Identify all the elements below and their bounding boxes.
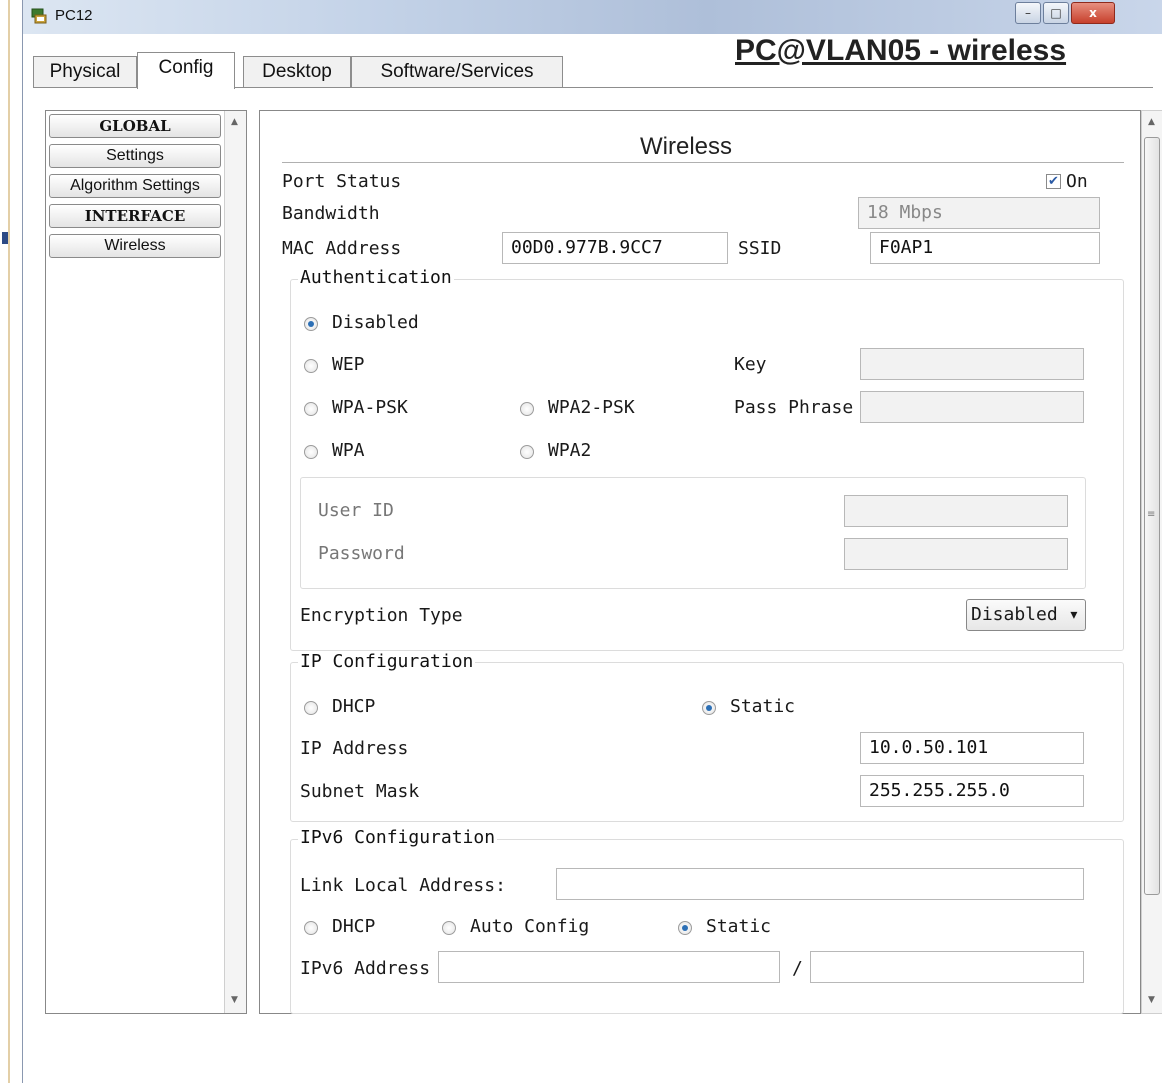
port-status-on-label: On (1066, 171, 1088, 192)
title-bar[interactable]: PC12 – □ x (23, 0, 1162, 34)
mac-address-label: MAC Address (282, 238, 402, 259)
tab-physical[interactable]: Physical (33, 56, 137, 88)
auth-wpa2-radio[interactable] (520, 445, 534, 459)
ipv6-configuration-legend: IPv6 Configuration (298, 827, 498, 848)
background-strip (0, 0, 22, 1083)
ip-address-field[interactable]: 10.0.50.101 (860, 732, 1084, 764)
tab-desktop[interactable]: Desktop (243, 56, 351, 88)
authentication-group (290, 279, 1124, 651)
close-button[interactable]: x (1071, 2, 1115, 24)
ipv6-auto-config-label: Auto Config (470, 916, 590, 937)
sidebar-item-interface[interactable]: INTERFACE (49, 204, 221, 228)
scroll-up-icon[interactable]: ▲ (231, 117, 238, 127)
link-local-address-field[interactable] (556, 868, 1084, 900)
password-field[interactable] (844, 538, 1068, 570)
port-status-label: Port Status (282, 171, 402, 192)
auth-wep-label: WEP (332, 354, 365, 375)
auth-disabled-radio[interactable] (304, 317, 318, 331)
wireless-panel: Wireless Port Status ✔ On Bandwidth 18 M… (259, 110, 1141, 1014)
window-title: PC12 (55, 7, 93, 24)
ipv6-dhcp-radio[interactable] (304, 921, 318, 935)
ip-address-label: IP Address (300, 738, 409, 759)
sidebar-item-global[interactable]: GLOBAL (49, 114, 221, 138)
auth-disabled-label: Disabled (332, 312, 419, 333)
ip-static-radio[interactable] (702, 701, 716, 715)
auth-wep-radio[interactable] (304, 359, 318, 373)
subnet-mask-field[interactable]: 255.255.255.0 (860, 775, 1084, 807)
tab-config[interactable]: Config (137, 52, 235, 89)
title-divider (282, 162, 1124, 163)
key-field[interactable] (860, 348, 1084, 380)
auth-wpa2-psk-radio[interactable] (520, 402, 534, 416)
ipv6-dhcp-label: DHCP (332, 916, 376, 937)
ssid-label: SSID (738, 238, 782, 259)
chevron-down-icon: ▾ (1068, 604, 1080, 625)
scroll-down-icon[interactable]: ▼ (1148, 995, 1155, 1005)
ip-static-label: Static (730, 696, 796, 717)
link-local-address-label: Link Local Address: (300, 875, 506, 896)
ipv6-address-label: IPv6 Address (300, 958, 431, 979)
pc-window: PC12 – □ x PC@VLAN05 - wireless Physical… (22, 0, 1162, 1083)
auth-wpa-label: WPA (332, 440, 365, 461)
bandwidth-label: Bandwidth (282, 203, 380, 224)
auth-wpa-radio[interactable] (304, 445, 318, 459)
ip-configuration-legend: IP Configuration (298, 651, 476, 672)
ipv6-prefix-field[interactable] (810, 951, 1084, 983)
ipv6-address-field[interactable] (438, 951, 780, 983)
pass-phrase-label: Pass Phrase (734, 397, 854, 418)
scroll-down-icon[interactable]: ▼ (231, 995, 238, 1005)
ip-dhcp-label: DHCP (332, 696, 376, 717)
config-sidebar: GLOBAL Settings Algorithm Settings INTER… (45, 110, 247, 1014)
mac-address-field[interactable]: 00D0.977B.9CC7 (502, 232, 728, 264)
prefix-separator: / (792, 958, 803, 979)
sidebar-item-algorithm-settings[interactable]: Algorithm Settings (49, 174, 221, 198)
user-id-field[interactable] (844, 495, 1068, 527)
credentials-group (300, 477, 1086, 589)
tab-software-services[interactable]: Software/Services (351, 56, 563, 88)
encryption-type-value: Disabled (971, 604, 1058, 625)
pc-app-icon (31, 8, 47, 24)
encryption-type-select[interactable]: Disabled ▾ (966, 599, 1086, 631)
sidebar-item-settings[interactable]: Settings (49, 144, 221, 168)
auth-wpa2-label: WPA2 (548, 440, 592, 461)
bandwidth-field[interactable]: 18 Mbps (858, 197, 1100, 229)
key-label: Key (734, 354, 767, 375)
grip-icon: ≡ (1147, 509, 1156, 520)
encryption-type-label: Encryption Type (300, 605, 463, 626)
panel-scrollbar[interactable]: ▲ ≡ ▼ (1141, 110, 1162, 1014)
ssid-field[interactable]: F0AP1 (870, 232, 1100, 264)
sidebar-item-wireless[interactable]: Wireless (49, 234, 221, 258)
maximize-button[interactable]: □ (1043, 2, 1069, 24)
user-id-label: User ID (318, 500, 394, 521)
authentication-legend: Authentication (298, 267, 454, 288)
sidebar-scrollbar[interactable]: ▲ ▼ (224, 111, 246, 1013)
ipv6-static-label: Static (706, 916, 772, 937)
auth-wpa2-psk-label: WPA2-PSK (548, 397, 635, 418)
scroll-up-icon[interactable]: ▲ (1148, 117, 1155, 127)
ip-dhcp-radio[interactable] (304, 701, 318, 715)
ipv6-static-radio[interactable] (678, 921, 692, 935)
pass-phrase-field[interactable] (860, 391, 1084, 423)
password-label: Password (318, 543, 405, 564)
panel-title: Wireless (640, 133, 733, 160)
auth-wpa-psk-radio[interactable] (304, 402, 318, 416)
ipv6-auto-config-radio[interactable] (442, 921, 456, 935)
annotation-label: PC@VLAN05 - wireless (735, 34, 1067, 67)
auth-wpa-psk-label: WPA-PSK (332, 397, 408, 418)
subnet-mask-label: Subnet Mask (300, 781, 420, 802)
background-edge (8, 0, 10, 1083)
minimize-button[interactable]: – (1015, 2, 1041, 24)
port-status-checkbox[interactable]: ✔ (1046, 174, 1061, 189)
background-mark (2, 232, 8, 244)
